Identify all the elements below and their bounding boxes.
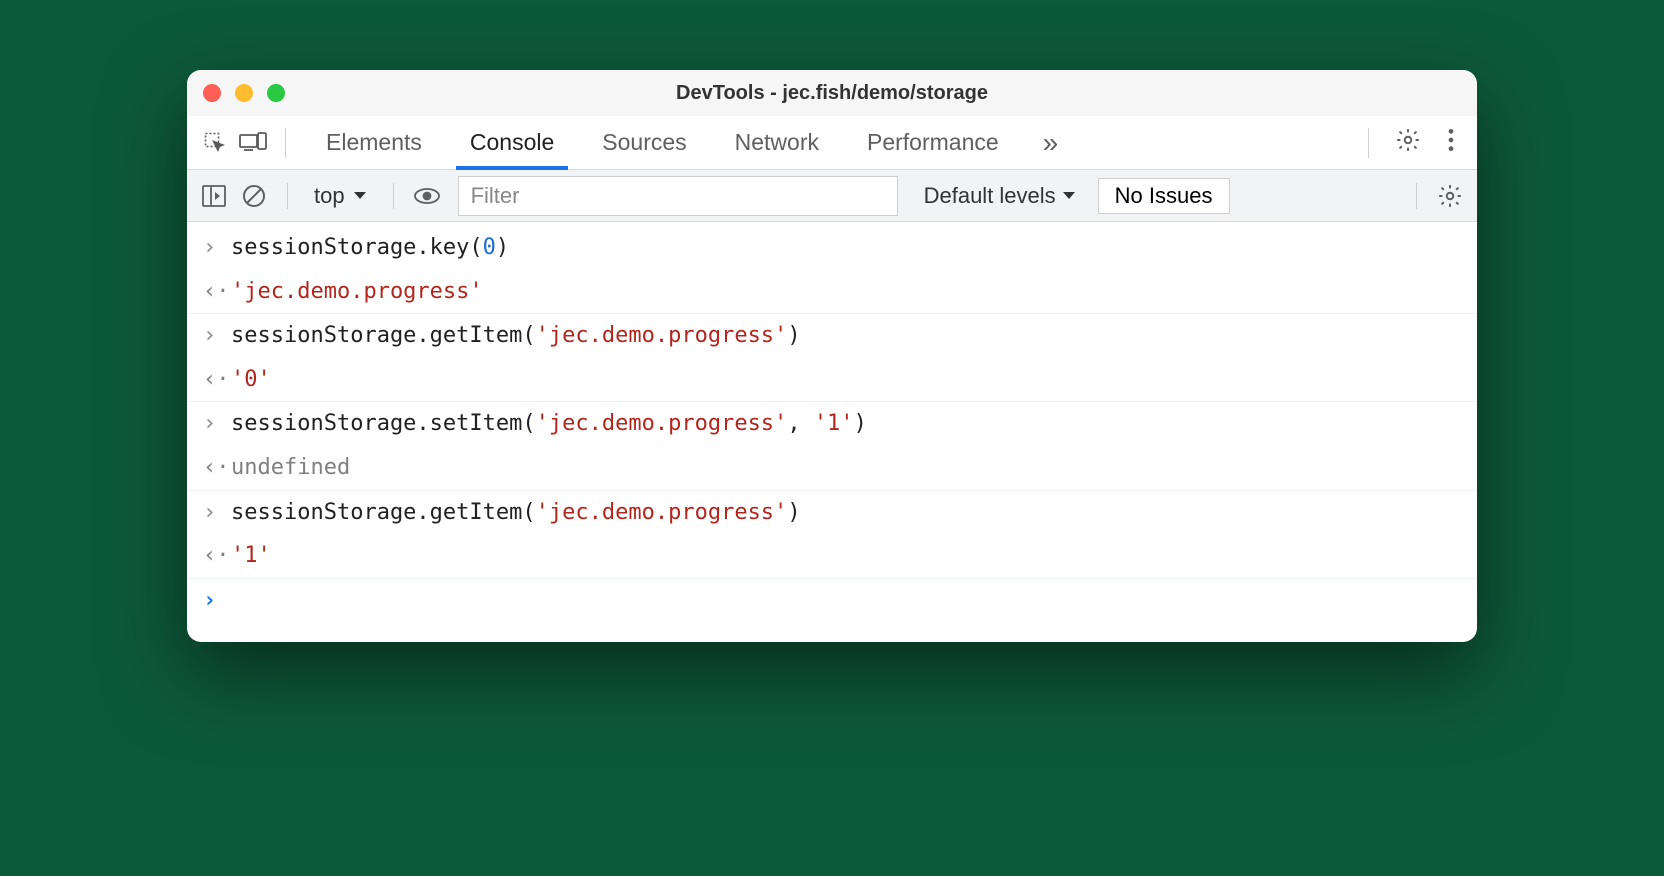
console-row-input: ›sessionStorage.setItem('jec.demo.progre… <box>187 402 1477 446</box>
divider <box>1368 128 1369 158</box>
context-label: top <box>314 183 345 209</box>
console-row-input: ›sessionStorage.getItem('jec.demo.progre… <box>187 491 1477 535</box>
settings-gear-icon[interactable] <box>1385 127 1431 158</box>
console-gutter-icon: › <box>203 581 231 621</box>
more-tabs-button[interactable]: » <box>1029 127 1073 159</box>
divider <box>393 183 394 209</box>
console-toolbar: top Default levels No Issues <box>187 170 1477 222</box>
clear-console-icon[interactable] <box>237 179 271 213</box>
console-gutter-icon: › <box>203 316 231 356</box>
close-window-button[interactable] <box>203 84 221 102</box>
console-row-output: ‹·'0' <box>187 358 1477 403</box>
levels-label: Default levels <box>924 183 1056 209</box>
inspect-element-icon[interactable] <box>199 127 231 159</box>
console-row-input: ›sessionStorage.key(0) <box>187 226 1477 270</box>
devtools-window: DevTools - jec.fish/demo/storage Element… <box>187 70 1477 642</box>
devtools-tabs: ElementsConsoleSourcesNetworkPerformance… <box>187 116 1477 170</box>
divider <box>285 128 286 158</box>
console-row-output: ‹·'1' <box>187 534 1477 579</box>
console-filter-input[interactable] <box>458 176 898 216</box>
console-gutter-icon: ‹· <box>203 536 231 576</box>
console-gutter-icon: › <box>203 228 231 268</box>
log-levels-select[interactable]: Default levels <box>924 183 1076 209</box>
live-expression-icon[interactable] <box>410 179 444 213</box>
console-gutter-icon: › <box>203 404 231 444</box>
tab-console[interactable]: Console <box>446 116 578 170</box>
chevron-down-icon <box>1062 191 1076 201</box>
issues-button[interactable]: No Issues <box>1098 178 1230 214</box>
titlebar: DevTools - jec.fish/demo/storage <box>187 70 1477 116</box>
console-row-output: ‹·undefined <box>187 446 1477 491</box>
console-code: sessionStorage.key(0) <box>231 228 509 268</box>
kebab-menu-icon[interactable] <box>1437 127 1465 158</box>
console-code: undefined <box>231 448 350 488</box>
console-settings-gear-icon[interactable] <box>1433 179 1467 213</box>
divider <box>287 183 288 209</box>
traffic-lights <box>203 84 285 102</box>
tab-sources[interactable]: Sources <box>578 116 710 170</box>
chevron-down-icon <box>353 191 367 201</box>
console-code: '0' <box>231 360 271 400</box>
console-gutter-icon: › <box>203 493 231 533</box>
console-code: sessionStorage.getItem('jec.demo.progres… <box>231 316 801 356</box>
window-title: DevTools - jec.fish/demo/storage <box>187 82 1477 105</box>
tab-elements[interactable]: Elements <box>302 116 446 170</box>
toggle-sidebar-icon[interactable] <box>197 179 231 213</box>
minimize-window-button[interactable] <box>235 84 253 102</box>
tab-network[interactable]: Network <box>711 116 843 170</box>
tab-performance[interactable]: Performance <box>843 116 1023 170</box>
console-output[interactable]: ›sessionStorage.key(0)‹·'jec.demo.progre… <box>187 222 1477 642</box>
console-row-output: ‹·'jec.demo.progress' <box>187 270 1477 315</box>
console-gutter-icon: ‹· <box>203 272 231 312</box>
console-row-prompt: › <box>187 579 1477 623</box>
console-code: 'jec.demo.progress' <box>231 272 483 312</box>
maximize-window-button[interactable] <box>267 84 285 102</box>
console-code: sessionStorage.getItem('jec.demo.progres… <box>231 493 801 533</box>
console-gutter-icon: ‹· <box>203 448 231 488</box>
device-toolbar-icon[interactable] <box>237 127 269 159</box>
console-code: sessionStorage.setItem('jec.demo.progres… <box>231 404 867 444</box>
execution-context-select[interactable]: top <box>304 181 377 211</box>
console-row-input: ›sessionStorage.getItem('jec.demo.progre… <box>187 314 1477 358</box>
console-code: '1' <box>231 536 271 576</box>
console-gutter-icon: ‹· <box>203 360 231 400</box>
divider <box>1416 183 1417 209</box>
